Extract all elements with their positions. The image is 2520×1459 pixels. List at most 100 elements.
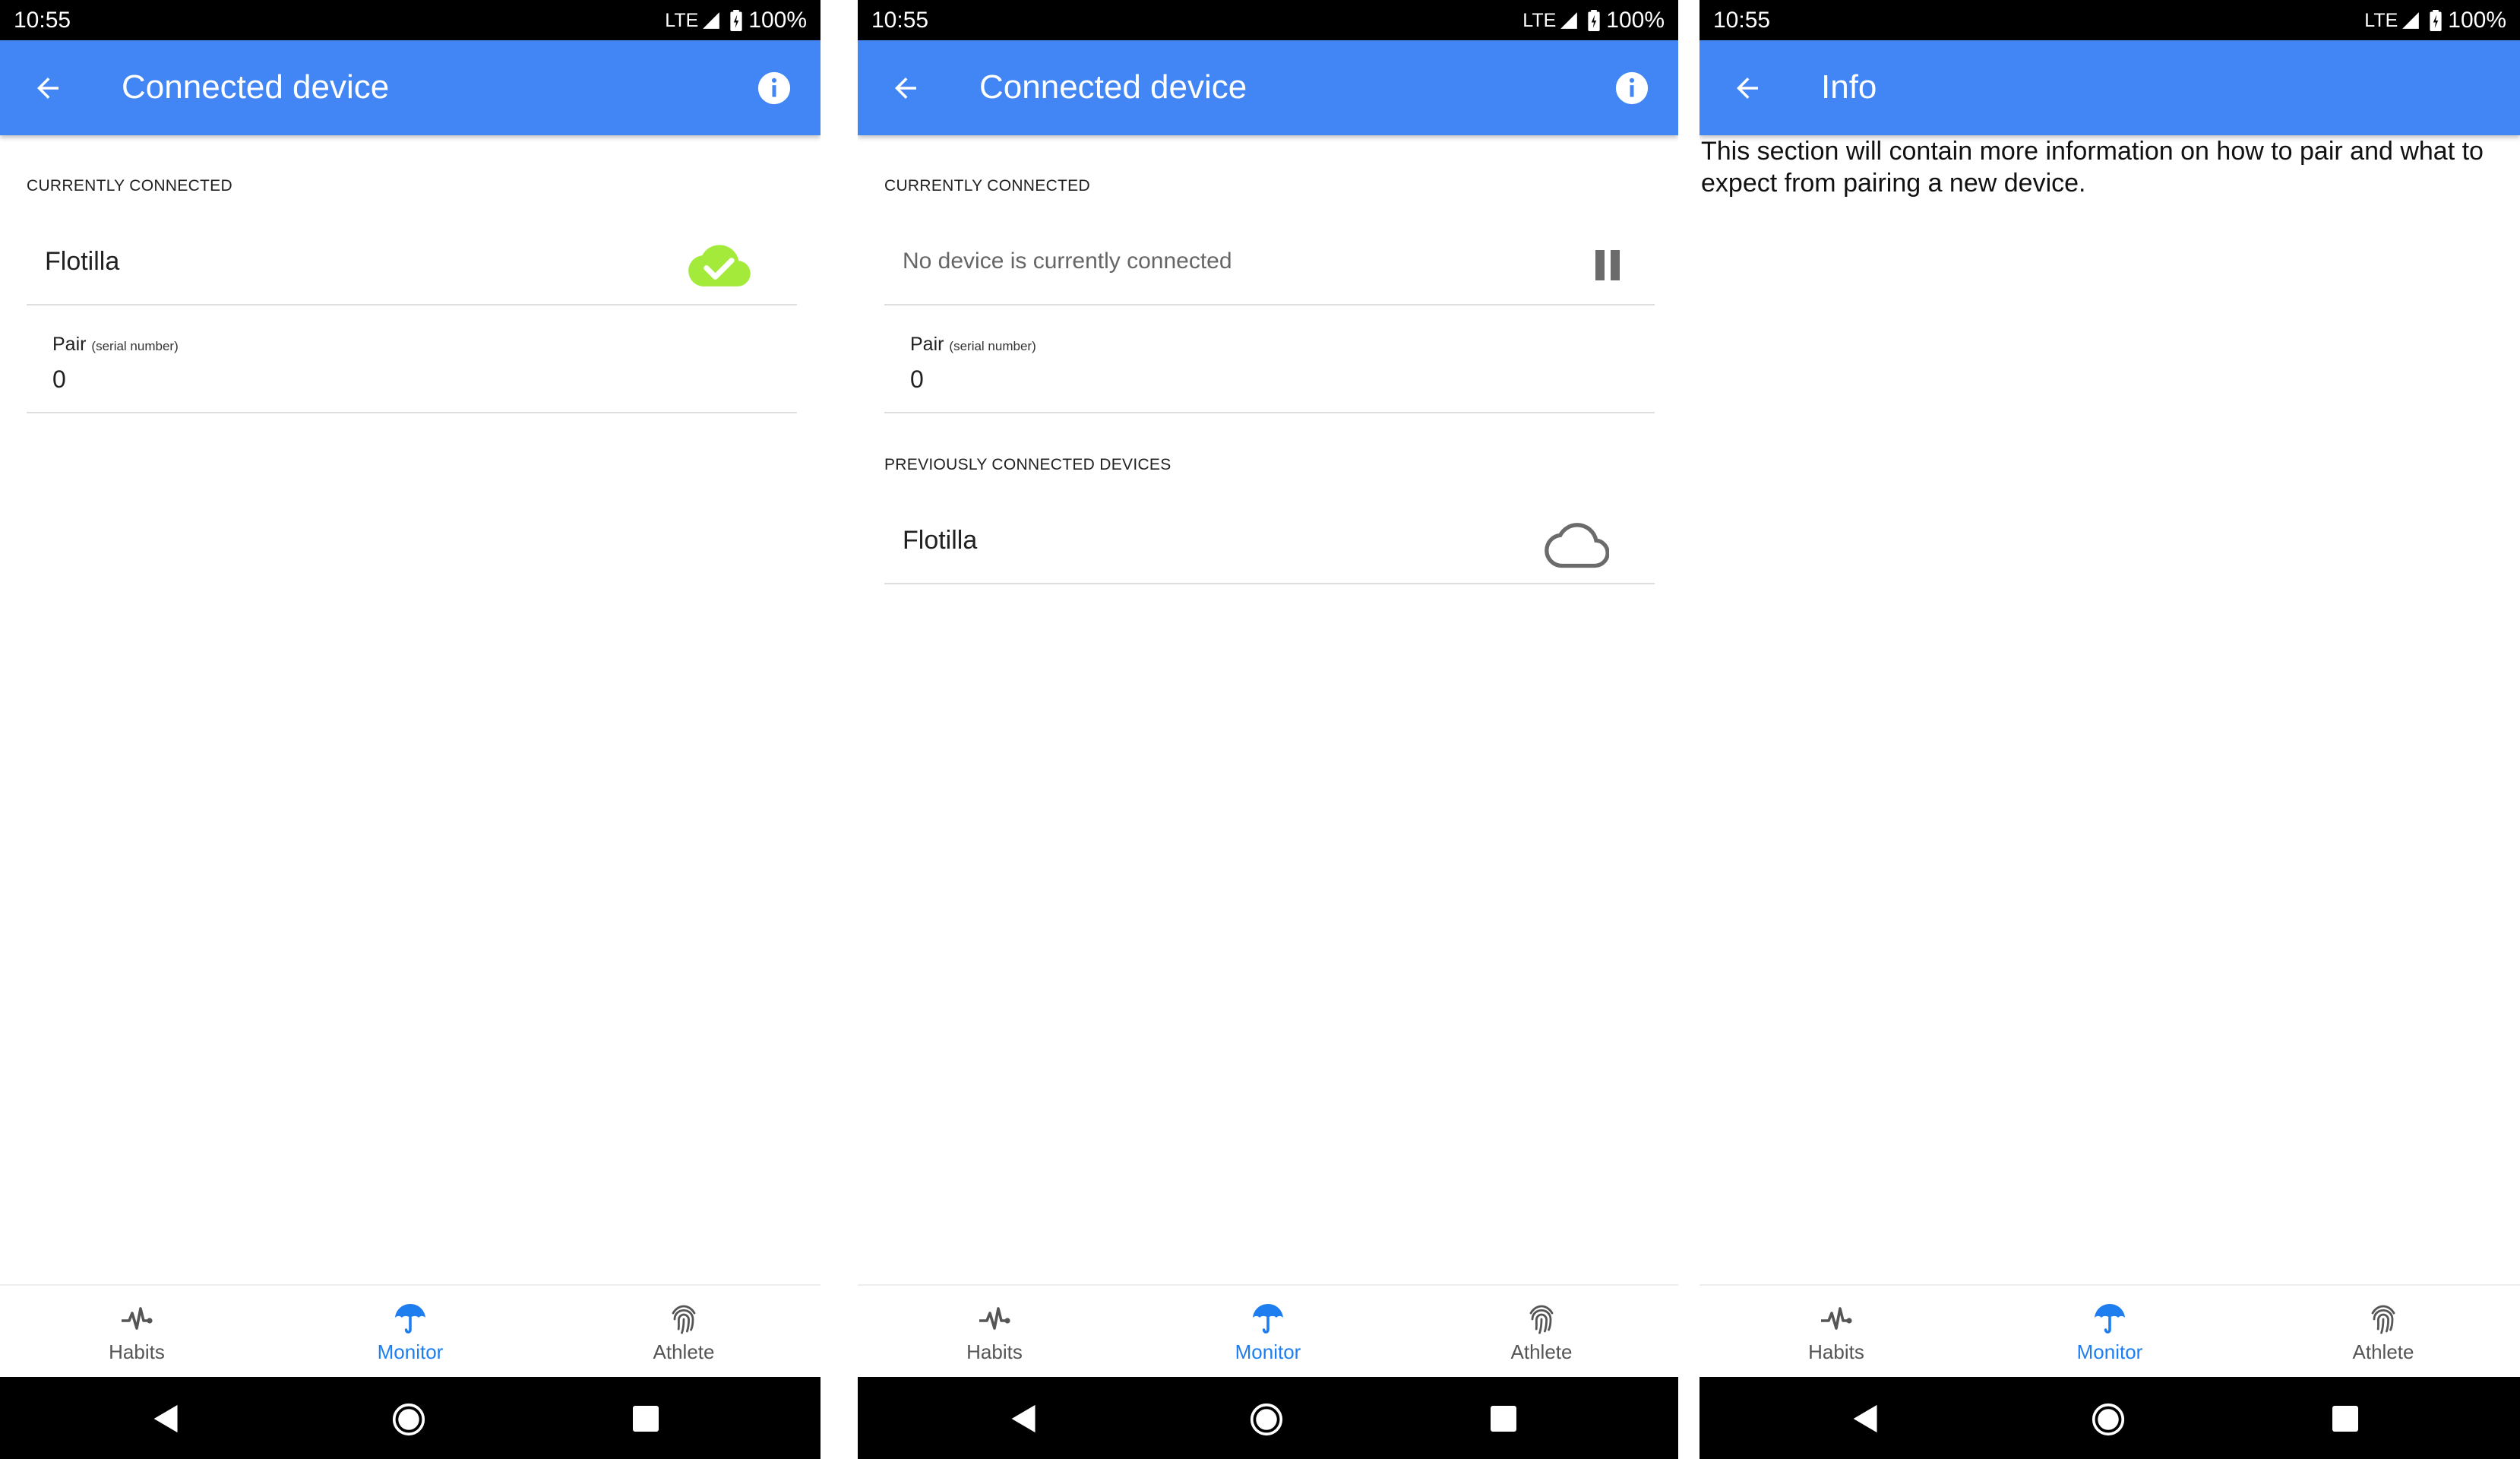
heartbeat-icon — [122, 1307, 153, 1330]
tab-label-athlete: Athlete — [653, 1340, 715, 1363]
system-nav-bar — [858, 1377, 1678, 1459]
fingerprint-icon — [1529, 1305, 1554, 1334]
nav-recent-apps-icon[interactable] — [2332, 1406, 2358, 1432]
section-header-currently-connected: CURRENTLY CONNECTED — [27, 177, 232, 195]
pair-hint: (serial number) — [91, 339, 179, 353]
info-icon[interactable] — [757, 71, 792, 106]
device-name: Flotilla — [45, 247, 120, 276]
pair-label: Pair (serial number) — [910, 334, 1036, 356]
heartbeat-icon — [1821, 1307, 1852, 1330]
app-bar: Connected device — [0, 40, 821, 135]
page-title: Connected device — [979, 68, 1247, 106]
tab-label-habits: Habits — [966, 1340, 1023, 1363]
battery-level: 100% — [1606, 8, 1665, 33]
nav-home-icon[interactable] — [392, 1403, 425, 1436]
section-header-currently-connected: CURRENTLY CONNECTED — [884, 177, 1090, 195]
nav-back-icon[interactable] — [152, 1404, 181, 1434]
info-icon[interactable] — [1614, 71, 1649, 106]
tab-habits[interactable]: Habits — [1699, 1286, 1973, 1378]
screen-connected-device: 10:55 LTE 100% Connected device CURRENTL… — [0, 0, 821, 1459]
status-time: 10:55 — [14, 8, 71, 33]
previous-device-row[interactable]: Flotilla — [884, 503, 1655, 584]
pause-icon[interactable] — [1592, 248, 1623, 282]
app-bar: Info — [1699, 40, 2520, 135]
signal-icon — [703, 12, 720, 29]
heartbeat-icon — [979, 1307, 1010, 1330]
info-body-text: This section will contain more informati… — [1701, 137, 2484, 198]
arrow-back-icon[interactable] — [1731, 72, 1763, 104]
arrow-back-icon[interactable] — [890, 72, 922, 104]
tab-habits[interactable]: Habits — [858, 1286, 1131, 1378]
tab-monitor[interactable]: Monitor — [1131, 1286, 1405, 1378]
pair-value: 0 — [910, 366, 924, 393]
tab-label-habits: Habits — [109, 1340, 165, 1363]
pair-hint: (serial number) — [949, 339, 1036, 353]
battery-level: 100% — [2448, 8, 2506, 33]
battery-level: 100% — [748, 8, 807, 33]
tab-athlete[interactable]: Athlete — [1405, 1286, 1678, 1378]
network-type: LTE — [2364, 9, 2398, 31]
pair-row[interactable]: Pair (serial number) 0 — [27, 305, 797, 413]
status-bar: 10:55 LTE 100% — [0, 0, 821, 40]
pair-row[interactable]: Pair (serial number) 0 — [884, 305, 1655, 413]
bottom-navigation: Habits Monitor Athlete — [0, 1284, 821, 1377]
system-nav-bar — [0, 1377, 821, 1459]
umbrella-icon — [1253, 1304, 1283, 1334]
tab-label-monitor: Monitor — [2076, 1340, 2143, 1363]
status-indicators: LTE 100% — [665, 8, 807, 33]
cloud-check-icon — [688, 245, 751, 286]
tab-habits[interactable]: Habits — [0, 1286, 274, 1378]
tab-label-monitor: Monitor — [377, 1340, 444, 1363]
page-title: Info — [1821, 68, 1877, 106]
tab-label-athlete: Athlete — [1510, 1340, 1573, 1363]
status-bar: 10:55 LTE 100% — [1699, 0, 2520, 40]
battery-icon — [1588, 10, 1600, 31]
status-indicators: LTE 100% — [2364, 8, 2506, 33]
tab-monitor[interactable]: Monitor — [274, 1286, 547, 1378]
pair-label-text: Pair — [52, 334, 87, 355]
pair-label-text: Pair — [910, 334, 944, 355]
app-bar: Connected device — [858, 40, 1678, 135]
pair-label: Pair (serial number) — [52, 334, 179, 356]
tab-label-habits: Habits — [1808, 1340, 1864, 1363]
screen-connected-device-none: 10:55 LTE 100% Connected device CURRENTL… — [858, 0, 1678, 1459]
nav-back-icon[interactable] — [1010, 1404, 1039, 1434]
battery-icon — [2430, 10, 2442, 31]
previous-device-name: Flotilla — [903, 526, 978, 555]
no-device-text: No device is currently connected — [903, 248, 1232, 274]
nav-home-icon[interactable] — [2092, 1403, 2125, 1436]
bottom-navigation: Habits Monitor Athlete — [1699, 1284, 2520, 1377]
network-type: LTE — [665, 9, 699, 31]
section-header-previously-connected: PREVIOUSLY CONNECTED DEVICES — [884, 456, 1171, 473]
connected-device-row[interactable]: Flotilla — [27, 224, 797, 305]
tab-label-monitor: Monitor — [1235, 1340, 1301, 1363]
signal-icon — [2402, 12, 2420, 29]
bottom-navigation: Habits Monitor Athlete — [858, 1284, 1678, 1377]
fingerprint-icon — [672, 1305, 696, 1334]
status-time: 10:55 — [1713, 8, 1771, 33]
fingerprint-icon — [2371, 1305, 2395, 1334]
status-indicators: LTE 100% — [1522, 8, 1665, 33]
system-nav-bar — [1699, 1377, 2520, 1459]
battery-icon — [730, 10, 742, 31]
tab-athlete[interactable]: Athlete — [547, 1286, 821, 1378]
pair-value: 0 — [52, 366, 66, 393]
page-title: Connected device — [122, 68, 390, 106]
tab-athlete[interactable]: Athlete — [2246, 1286, 2520, 1378]
status-time: 10:55 — [871, 8, 929, 33]
no-device-row: No device is currently connected — [884, 224, 1655, 305]
nav-home-icon[interactable] — [1250, 1403, 1283, 1436]
nav-back-icon[interactable] — [1851, 1404, 1880, 1434]
nav-recent-apps-icon[interactable] — [1491, 1406, 1516, 1432]
cloud-outline-icon — [1545, 523, 1609, 568]
umbrella-icon — [395, 1304, 425, 1334]
signal-icon — [1560, 12, 1578, 29]
tab-monitor[interactable]: Monitor — [1973, 1286, 2246, 1378]
network-type: LTE — [1522, 9, 1557, 31]
status-bar: 10:55 LTE 100% — [858, 0, 1678, 40]
nav-recent-apps-icon[interactable] — [633, 1406, 659, 1432]
tab-label-athlete: Athlete — [2352, 1340, 2414, 1363]
arrow-back-icon[interactable] — [32, 72, 64, 104]
screen-info: 10:55 LTE 100% Info This section will co… — [1699, 0, 2520, 1459]
umbrella-icon — [2095, 1304, 2125, 1334]
